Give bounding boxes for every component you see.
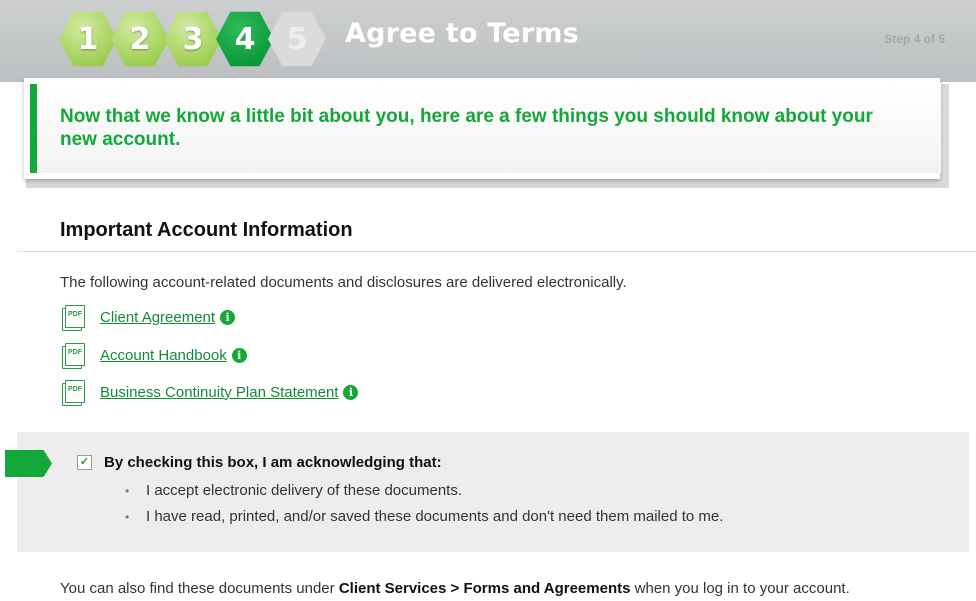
account-handbook-link[interactable]: Account Handbook (100, 347, 227, 364)
info-icon[interactable]: i (231, 347, 247, 363)
list-item: • I have read, printed, and/or saved thes… (125, 508, 724, 525)
document-item: PDF Account Handbook i (60, 341, 247, 369)
pdf-icon[interactable]: PDF (60, 341, 88, 369)
footer-path: Client Services > Forms and Agreements (338, 580, 631, 597)
acknowledge-checkbox[interactable]: ✓ (77, 455, 92, 470)
step-4-badge: 4 (216, 11, 274, 67)
footer-note: You can also find these documents under … (60, 580, 850, 597)
footer-suffix: when you log in to your account. (630, 580, 850, 597)
step-2-badge[interactable]: 2 (111, 11, 169, 67)
step-progress: 1 2 3 4 5 (0, 0, 340, 82)
info-icon[interactable]: i (343, 384, 359, 400)
section-description: The following account-related documents … (60, 274, 627, 291)
document-item: PDF Client Agreement i (60, 303, 236, 331)
business-continuity-plan-link[interactable]: Business Continuity Plan Statement (100, 384, 338, 401)
section-title: Important Account Information (60, 219, 353, 241)
section-divider (17, 251, 976, 252)
list-item-text: I have read, printed, and/or saved these… (146, 508, 724, 525)
pdf-icon[interactable]: PDF (60, 303, 88, 331)
acknowledgement-list: • I accept electronic delivery of these d… (125, 482, 723, 534)
acknowledge-label[interactable]: By checking this box, I am acknowledging… (104, 454, 442, 471)
info-icon[interactable]: i (220, 309, 236, 325)
step-3-badge[interactable]: 3 (164, 11, 222, 67)
pdf-icon[interactable]: PDF (60, 378, 88, 406)
intro-text: Now that we know a little bit about you,… (60, 106, 873, 150)
list-item-text: I accept electronic delivery of these do… (146, 482, 462, 499)
arrow-indicator-icon (5, 450, 52, 477)
step-indicator: Step 4 of 5 (884, 32, 945, 46)
step-1-badge[interactable]: 1 (59, 11, 117, 67)
step-5-badge: 5 (268, 11, 326, 67)
client-agreement-link[interactable]: Client Agreement (100, 309, 215, 326)
list-item: • I accept electronic delivery of these d… (125, 482, 462, 499)
wizard-header: 1 2 3 4 5 Agree to Terms Step 4 of 5 (0, 0, 976, 82)
footer-prefix: You can also find these documents under (60, 580, 339, 597)
page-title: Agree to Terms (345, 18, 579, 49)
intro-callout: Now that we know a little bit about you,… (24, 78, 941, 179)
intro-callout-inner: Now that we know a little bit about you,… (30, 84, 941, 173)
document-item: PDF Business Continuity Plan Statement i (60, 378, 359, 406)
